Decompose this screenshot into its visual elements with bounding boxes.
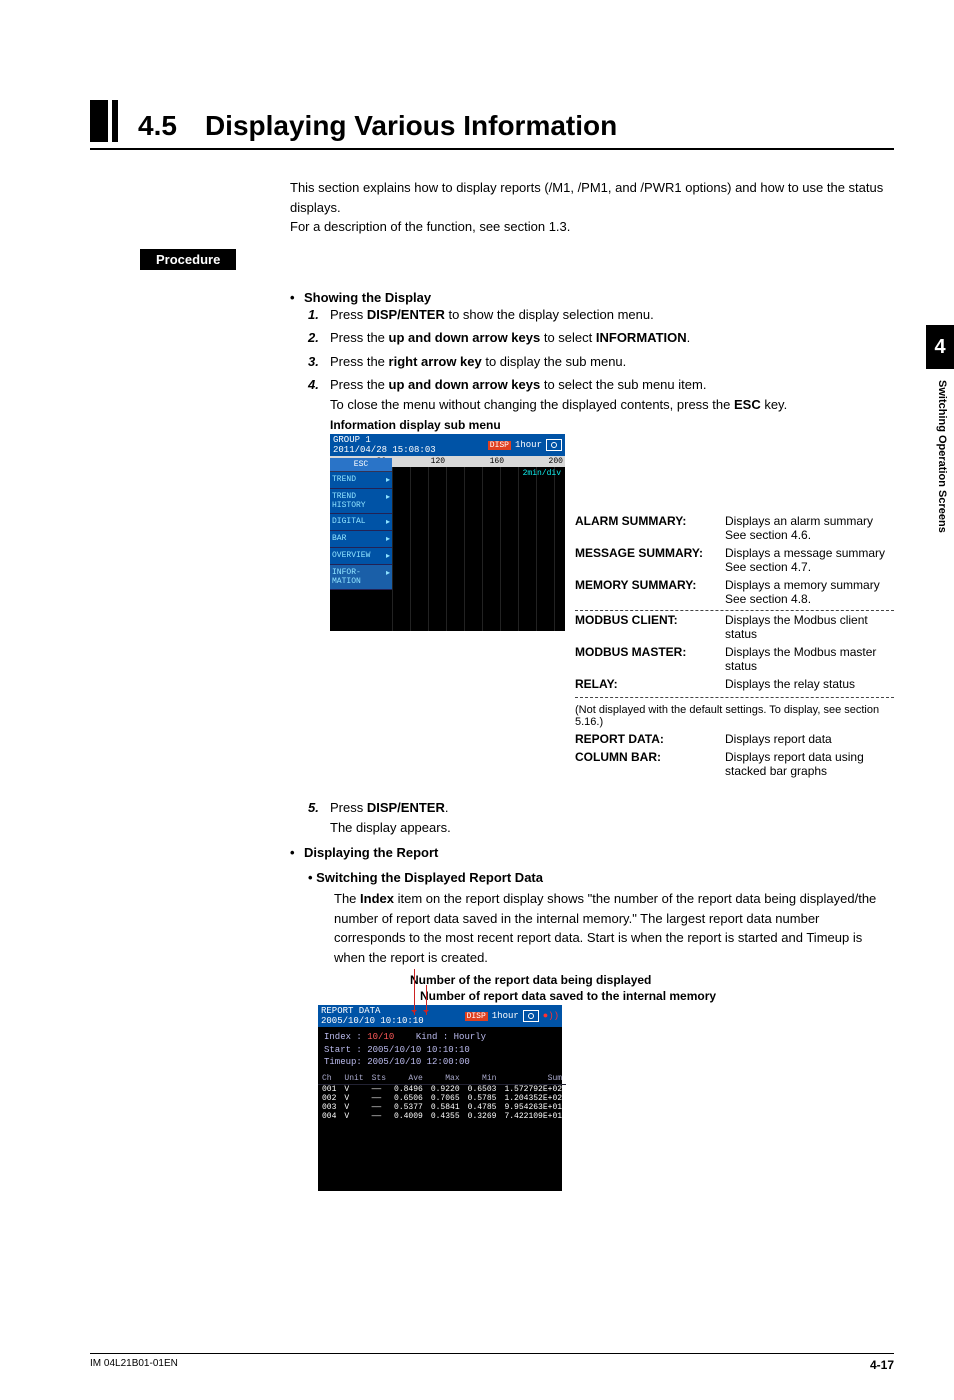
title-number: 4.5 <box>138 110 177 142</box>
figure1-caption: Information display sub menu <box>330 418 894 432</box>
title-text: Displaying Various Information <box>205 110 617 142</box>
step-2: 2. Press the up and down arrow keys to s… <box>308 328 894 348</box>
figure2-captions: Number of the report data being displaye… <box>410 973 894 1003</box>
main-menu: ESC TREND▸ TREND HISTORY▸ DIGITAL▸ BAR▸ … <box>330 458 392 590</box>
procedure-heading: Procedure <box>140 249 236 270</box>
switching-heading: • Switching the Displayed Report Data <box>308 870 894 885</box>
callout-list: ALARM SUMMARY:Displays an alarm summary … <box>575 434 894 782</box>
step-4: 4. Press the up and down arrow keys to s… <box>308 375 894 414</box>
chapter-tab: 4 <box>926 325 954 369</box>
leader-line <box>426 985 427 1015</box>
disp-icon: DISP <box>465 1012 488 1021</box>
record-icon: ●)) <box>543 1011 559 1021</box>
step-1: 1. Press DISP/ENTER to show the display … <box>308 305 894 325</box>
step-5: 5. Press DISP/ENTER. The display appears… <box>308 798 894 837</box>
intro-paragraph: This section explains how to display rep… <box>290 178 894 237</box>
page-footer: IM 04L21B01-01EN 4-17 <box>90 1353 894 1372</box>
key-icon <box>523 1010 539 1022</box>
step-3: 3. Press the right arrow key to display … <box>308 352 894 372</box>
section-title: 4.5 Displaying Various Information <box>90 100 894 150</box>
figure-2-report-screen: REPORT DATA2005/10/10 10:10:10 DISP 1hou… <box>318 1005 562 1191</box>
trend-mock-screen: GROUP 12011/04/28 15:08:03 DISP 1hour 80… <box>330 434 565 631</box>
switching-paragraph: The Index item on the report display sho… <box>334 889 894 967</box>
side-section-label: Switching Operation Screens <box>936 380 948 533</box>
showing-display-heading: •Showing the Display <box>290 290 894 305</box>
disp-icon: DISP <box>488 441 511 450</box>
report-table: ChUnit Sts AveMax MinSum 001V——0.84960.9… <box>318 1073 566 1121</box>
key-icon <box>546 439 562 451</box>
leader-line <box>414 969 415 1015</box>
figure-1: GROUP 12011/04/28 15:08:03 DISP 1hour 80… <box>330 434 894 782</box>
displaying-report-heading: •Displaying the Report <box>290 845 894 860</box>
